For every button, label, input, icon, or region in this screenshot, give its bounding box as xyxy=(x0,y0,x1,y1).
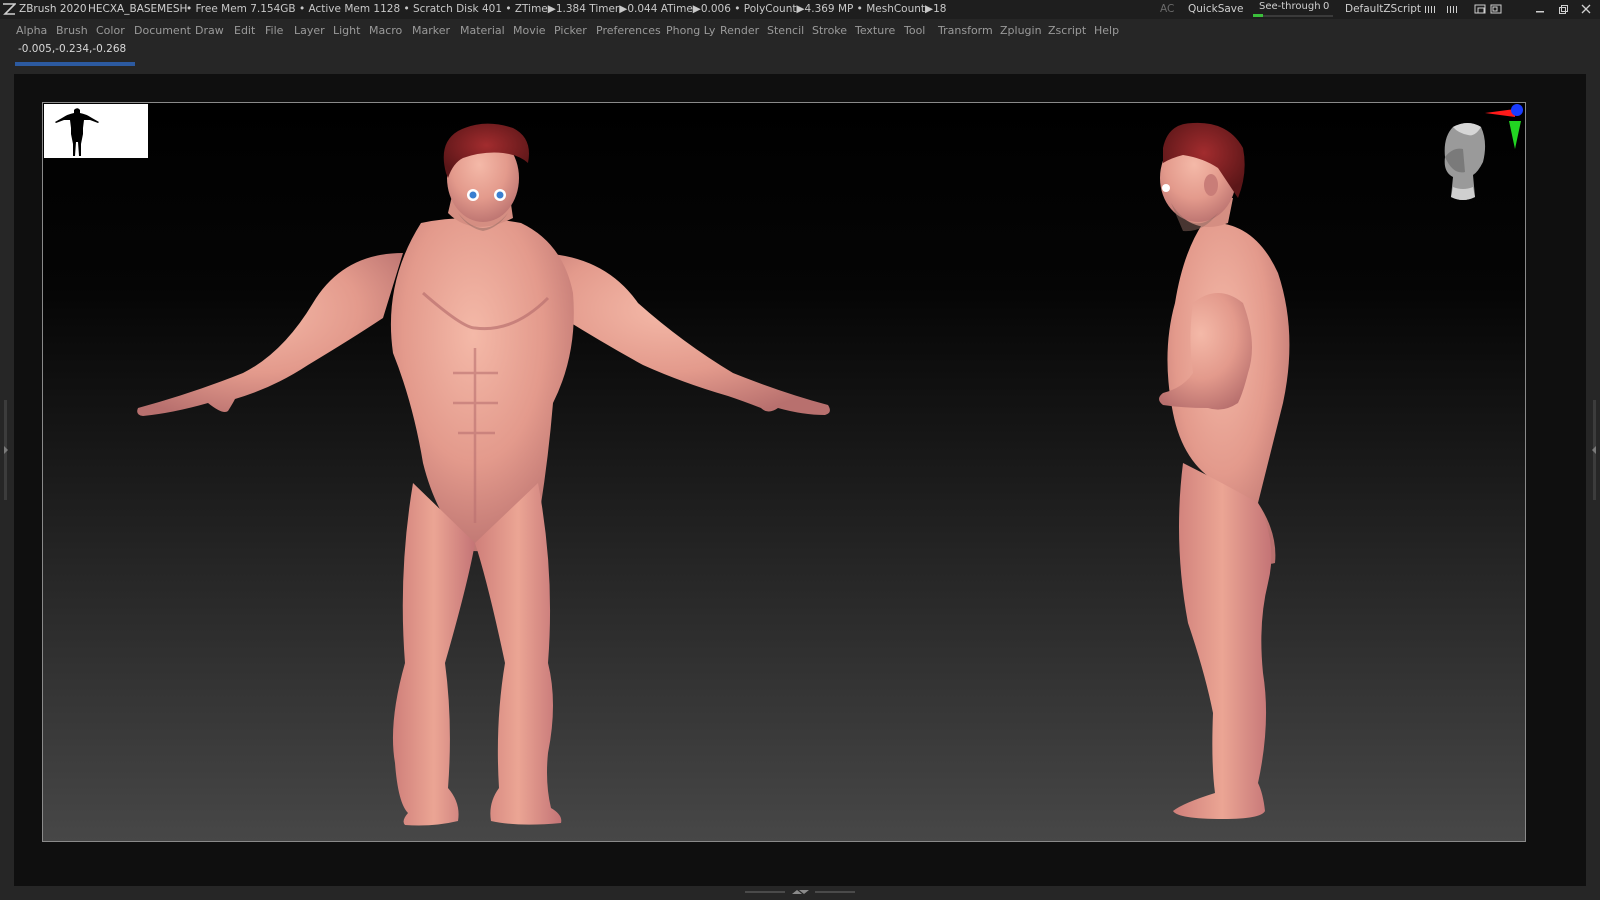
coordinate-readout: -0.005,-0.234,-0.268 xyxy=(18,43,127,55)
left-tray-handle[interactable] xyxy=(3,400,9,500)
menu-help[interactable]: Help xyxy=(1094,20,1119,41)
menu-zscript[interactable]: Zscript xyxy=(1048,20,1086,41)
menu-preferences[interactable]: Preferences xyxy=(596,20,661,41)
menu-color[interactable]: Color xyxy=(96,20,125,41)
zbrush-window: ZBrush 2020 HECXA_BASEMESH • Free Mem 7.… xyxy=(0,0,1600,900)
layout-alt-icon[interactable] xyxy=(1490,4,1502,14)
ac-button[interactable]: AC xyxy=(1160,0,1174,19)
document-name: HECXA_BASEMESH xyxy=(88,3,188,15)
restore-icon[interactable] xyxy=(1557,4,1569,15)
menu-render[interactable]: Render xyxy=(720,20,759,41)
menu-stroke[interactable]: Stroke xyxy=(812,20,847,41)
menu-transform[interactable]: Transform xyxy=(938,20,993,41)
menu-stencil[interactable]: Stencil xyxy=(767,20,804,41)
memory-stats: • Free Mem 7.154GB • Active Mem 1128 • S… xyxy=(186,3,947,15)
app-title: ZBrush 2020 xyxy=(19,3,87,15)
title-bar: ZBrush 2020 HECXA_BASEMESH • Free Mem 7.… xyxy=(0,0,1600,19)
sculpt-figures xyxy=(137,122,1290,826)
layout-icon[interactable] xyxy=(1474,4,1486,14)
menu-texture[interactable]: Texture xyxy=(855,20,895,41)
front-left-arm xyxy=(137,253,403,416)
titlebar-tools xyxy=(1425,4,1502,14)
zbrush-logo-icon[interactable] xyxy=(2,2,16,16)
front-right-leg xyxy=(475,483,562,825)
see-through-value: 0 xyxy=(1323,1,1330,12)
script-next-icon[interactable] xyxy=(1447,6,1457,13)
menu-phong-ly[interactable]: Phong Ly xyxy=(666,20,715,41)
front-right-arm xyxy=(533,253,830,415)
see-through-label: See-through xyxy=(1259,1,1321,12)
front-view-figure xyxy=(137,123,830,826)
menu-movie[interactable]: Movie xyxy=(513,20,546,41)
menu-macro[interactable]: Macro xyxy=(369,20,402,41)
menu-material[interactable]: Material xyxy=(460,20,505,41)
menu-bar: Alpha Brush Color Document Draw Edit Fil… xyxy=(0,20,1600,41)
menu-draw[interactable]: Draw xyxy=(195,20,224,41)
front-left-leg xyxy=(392,483,475,826)
minimize-icon[interactable] xyxy=(1534,4,1546,15)
see-through-fill xyxy=(1253,14,1263,17)
menu-edit[interactable]: Edit xyxy=(234,20,255,41)
menu-layer[interactable]: Layer xyxy=(294,20,325,41)
menu-zplugin[interactable]: Zplugin xyxy=(1000,20,1042,41)
viewport-canvas[interactable] xyxy=(42,102,1526,842)
menu-marker[interactable]: Marker xyxy=(412,20,450,41)
progress-bar-fill xyxy=(15,62,135,66)
menu-alpha[interactable]: Alpha xyxy=(16,20,47,41)
close-icon[interactable] xyxy=(1580,4,1592,15)
zscript-button[interactable]: DefaultZScript xyxy=(1345,0,1421,19)
menu-tool[interactable]: Tool xyxy=(904,20,925,41)
axis-gizmo-icon[interactable] xyxy=(1465,103,1525,163)
document-area xyxy=(14,74,1586,886)
menu-picker[interactable]: Picker xyxy=(554,20,587,41)
right-tray-handle[interactable] xyxy=(1591,400,1597,500)
progress-indicator xyxy=(15,62,135,66)
side-view-figure xyxy=(1159,122,1290,819)
menu-brush[interactable]: Brush xyxy=(56,20,88,41)
menu-light[interactable]: Light xyxy=(333,20,360,41)
quicksave-button[interactable]: QuickSave xyxy=(1188,0,1243,19)
menu-document[interactable]: Document xyxy=(134,20,191,41)
side-legs xyxy=(1173,463,1272,819)
script-prev-icon[interactable] xyxy=(1425,6,1435,13)
menu-file[interactable]: File xyxy=(265,20,283,41)
see-through-slider[interactable]: See-through 0 xyxy=(1253,1,1333,17)
bottom-tray-handle[interactable] xyxy=(745,888,855,896)
